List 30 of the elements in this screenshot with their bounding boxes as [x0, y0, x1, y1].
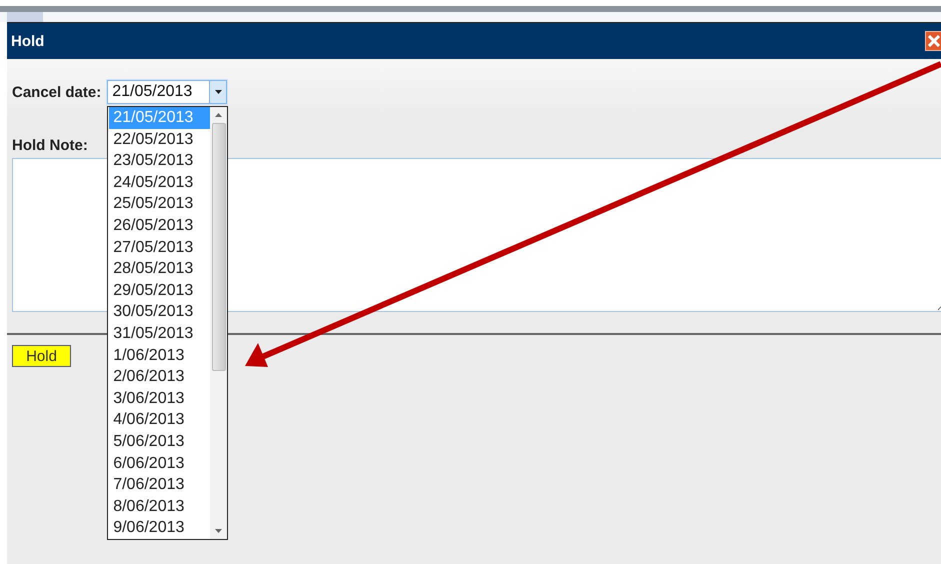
dropdown-option[interactable]: 5/06/2013 [109, 430, 210, 452]
dropdown-option[interactable]: 4/06/2013 [109, 409, 210, 431]
dropdown-option[interactable]: 2/06/2013 [109, 366, 210, 388]
field-label: Hold Note: [12, 137, 88, 154]
caret-icon [214, 90, 222, 94]
scrollbar[interactable] [210, 107, 228, 539]
dropdown-option[interactable]: 1/06/2013 [109, 344, 210, 366]
dropdown-option[interactable]: 30/05/2013 [109, 301, 210, 323]
dropdown-option[interactable]: 24/05/2013 [109, 172, 210, 194]
dropdown-option[interactable]: 8/06/2013 [109, 496, 210, 518]
hold-button[interactable]: Hold [12, 345, 71, 367]
dropdown-option[interactable]: 31/05/2013 [109, 322, 210, 345]
dropdown-option[interactable]: 9/06/2013 [109, 517, 210, 539]
dropdown-option[interactable]: 6/06/2013 [109, 452, 210, 474]
field-label: Cancel date: [12, 84, 102, 100]
dropdown-option[interactable]: 25/05/2013 [109, 193, 210, 215]
dropdown-option[interactable]: 7/06/2013 [109, 474, 210, 496]
date-select[interactable]: 21/05/2013 [107, 80, 228, 104]
scroll-down-icon [215, 529, 222, 533]
dropdown-option[interactable]: 27/05/2013 [109, 236, 210, 258]
dropdown-option[interactable]: 22/05/2013 [109, 128, 210, 150]
scroll-up-icon [215, 113, 222, 117]
close-icon [928, 35, 940, 47]
window-title: Hold [11, 32, 44, 50]
dropdown-option[interactable]: 26/05/2013 [109, 214, 210, 237]
dropdown-option[interactable]: 29/05/2013 [109, 280, 210, 302]
close-button[interactable] [925, 31, 941, 51]
dropdown-option[interactable]: 3/06/2013 [109, 388, 210, 410]
dropdown-option[interactable]: 23/05/2013 [109, 150, 210, 172]
dropdown-option[interactable]: 28/05/2013 [109, 258, 210, 280]
